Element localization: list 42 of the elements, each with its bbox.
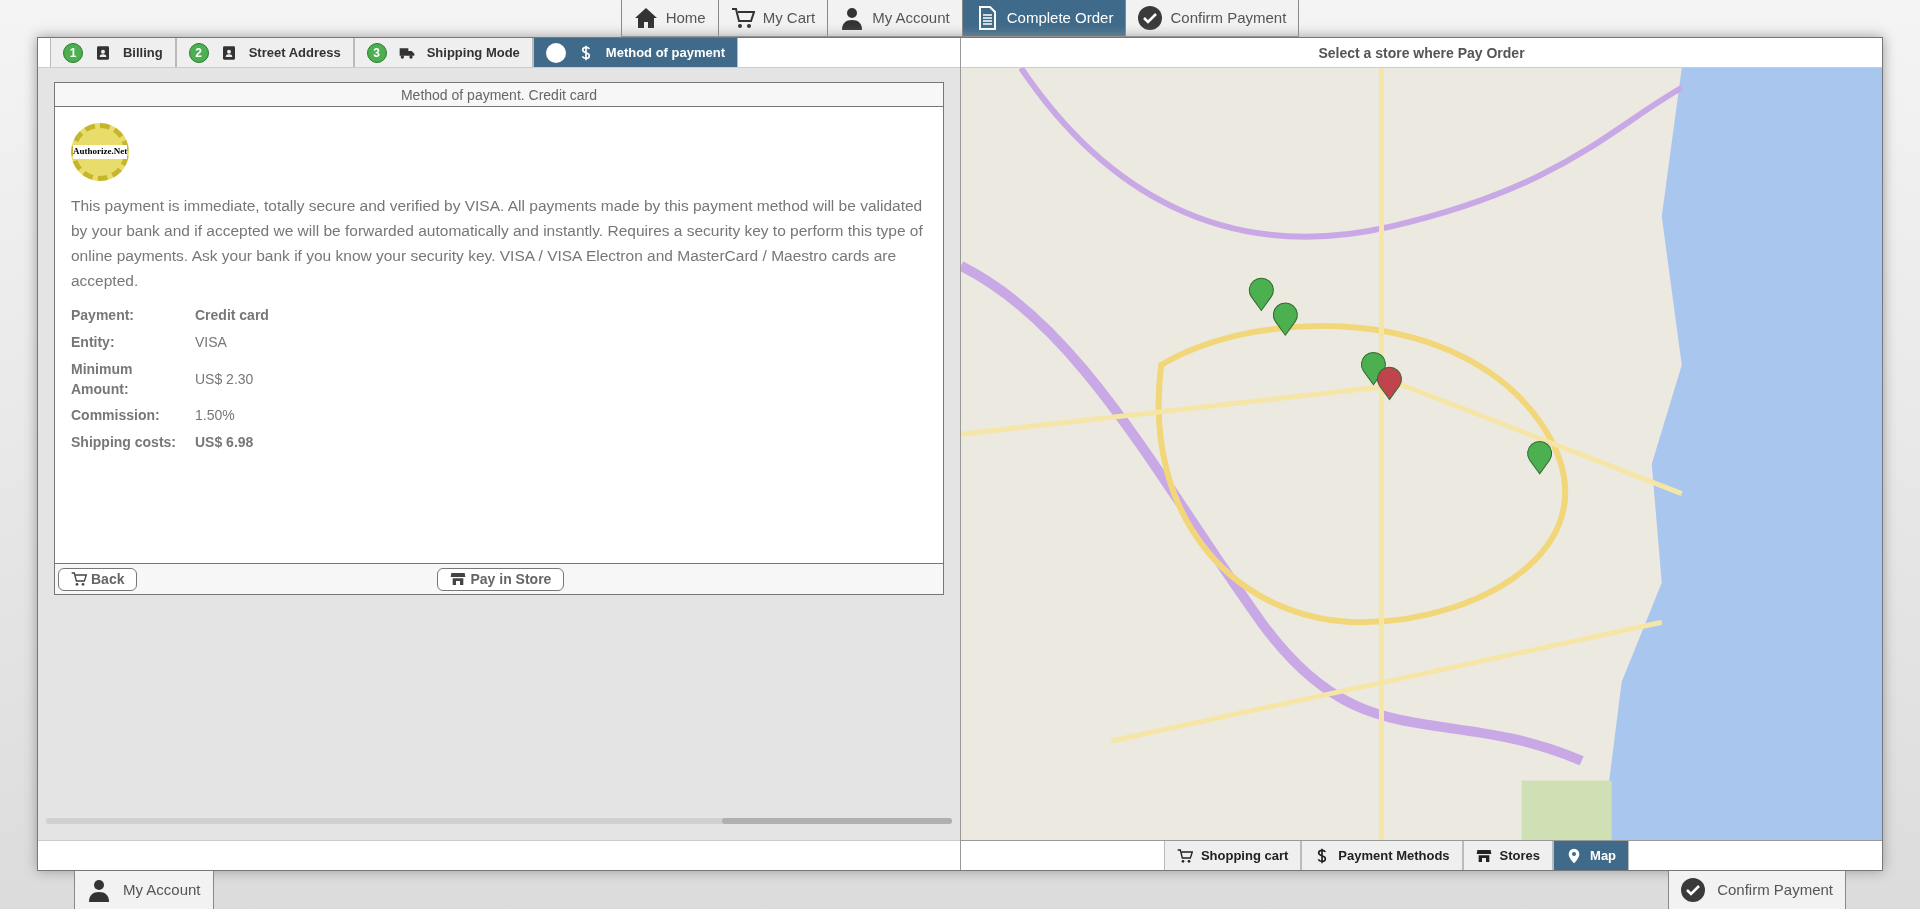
nav-tab[interactable]: Complete Order <box>962 0 1127 36</box>
step-tab[interactable]: Method of payment <box>532 38 738 67</box>
step-number-badge: 2 <box>188 42 209 63</box>
detail-label: Minimum Amount: <box>71 360 134 399</box>
action-button[interactable]: Pay in Store <box>437 567 565 591</box>
cart-icon <box>1176 847 1193 864</box>
step-tab[interactable]: 3 Shipping Mode <box>353 38 533 67</box>
cart-icon <box>71 571 87 587</box>
step-tab[interactable]: 1 Billing <box>49 38 176 67</box>
person-icon <box>840 6 865 30</box>
storefront-icon <box>450 571 467 587</box>
contact-book-icon <box>220 44 237 61</box>
detail-label: Payment: <box>71 306 136 325</box>
detail-value: Credit card <box>195 306 270 325</box>
detail-label: Entity: <box>71 333 116 352</box>
action-button[interactable]: Back <box>58 567 138 591</box>
check-circle-icon <box>1138 6 1163 30</box>
house-icon <box>633 6 658 30</box>
payment-description: This payment is immediate, totally secure and verified by VISA. All payments made by this payment method will be validated by your bank and if accepted we will be forwarded automatically and instantly. Requires a security key to perform this type of online payments. Ask your bank if you know your security key. VISA / VISA Electron and MasterCard / Maestro cards are accepted. <box>71 196 924 291</box>
step-tab[interactable]: 2 Street Address <box>175 38 354 67</box>
step-number-badge: 1 <box>62 42 83 63</box>
contact-book-icon <box>94 44 111 61</box>
detail-value: VISA <box>195 333 228 352</box>
map-panel-tab[interactable]: Payment Methods <box>1301 841 1463 870</box>
verified-merchant-logo: Authorize.Net <box>71 123 129 181</box>
nav-tab[interactable]: My Account <box>74 871 214 909</box>
detail-value: US$ 6.98 <box>195 433 255 452</box>
step-number-badge: 3 <box>366 42 387 63</box>
storefront-icon <box>1475 847 1492 864</box>
map-panel-tab[interactable]: Map <box>1553 841 1630 870</box>
nav-tab[interactable]: Confirm Payment <box>1668 871 1846 909</box>
check-circle-icon <box>1681 878 1706 902</box>
cart-icon <box>730 6 755 30</box>
card-title: Method of payment. Credit card <box>55 83 943 107</box>
detail-value: 1.50% <box>195 406 236 425</box>
detail-value: US$ 2.30 <box>195 369 255 389</box>
map-panel-tab[interactable]: Stores <box>1462 841 1554 870</box>
person-icon <box>87 878 111 902</box>
current-step-icon <box>545 42 566 63</box>
map-panel-tab[interactable]: Shopping cart <box>1163 841 1302 870</box>
detail-label: Shipping costs: <box>71 433 177 452</box>
detail-label: Commission: <box>71 406 161 425</box>
